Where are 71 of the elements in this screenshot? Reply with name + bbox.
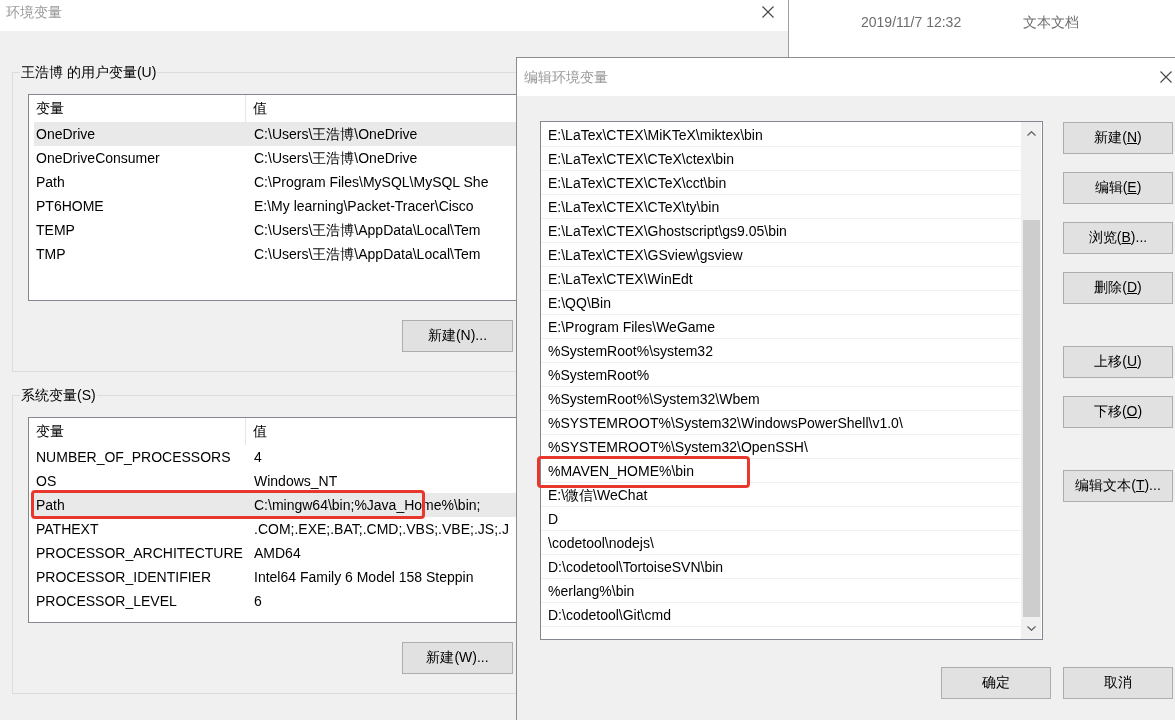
column-header[interactable]: 变量 — [29, 418, 246, 445]
column-header[interactable]: 值 — [246, 418, 267, 445]
list-item[interactable]: %SYSTEMROOT%\System32\OpenSSH\ — [541, 435, 1021, 459]
close-icon[interactable] — [762, 6, 774, 18]
dialog-button[interactable]: 编辑(E) — [1063, 172, 1173, 204]
dialog-button[interactable]: 浏览(B)... — [1063, 222, 1173, 254]
table-cell-text: AMD64 — [254, 544, 301, 563]
list-item[interactable]: E:\LaTex\CTEX\CTeX\ctex\bin — [541, 147, 1021, 171]
scrollbar-thumb[interactable] — [1022, 220, 1040, 617]
dialog-button[interactable]: 下移(O) — [1063, 396, 1173, 428]
table-cell-text: C:\Users\王浩博\OneDrive — [254, 125, 418, 144]
chevron-down-icon[interactable] — [1026, 625, 1036, 631]
list-item[interactable]: %MAVEN_HOME%\bin — [541, 459, 1021, 483]
dialog-button[interactable]: 删除(D) — [1063, 272, 1173, 304]
group-label: 王浩博 的用户变量(U) — [20, 63, 158, 81]
list-item[interactable]: D — [541, 507, 1021, 531]
table-cell-text: C:\Users\王浩博\AppData\Local\Tem — [254, 221, 481, 240]
list-item[interactable]: E:\Program Files\WeGame — [541, 315, 1021, 339]
list-item[interactable]: D:\codetool\Git\cmd — [541, 603, 1021, 627]
chevron-up-icon[interactable] — [1026, 130, 1036, 136]
table-cell: TMP — [36, 246, 66, 262]
table-cell-text: E:\My learning\Packet-Tracer\Cisco — [254, 197, 474, 216]
list-item[interactable]: E:\LaTex\CTEX\CTeX\ty\bin — [541, 195, 1021, 219]
dialog-button[interactable]: 上移(U) — [1063, 346, 1173, 378]
list-item[interactable]: E:\LaTex\CTEX\GSview\gsview — [541, 243, 1021, 267]
dialog-button[interactable]: 新建(N) — [1063, 122, 1173, 154]
dialog-title: 编辑环境变量 — [524, 68, 608, 86]
list-item[interactable]: E:\QQ\Bin — [541, 291, 1021, 315]
table-cell: PROCESSOR_IDENTIFIER — [36, 569, 212, 585]
list-item[interactable]: E:\LaTex\CTEX\MiKTeX\miktex\bin — [541, 123, 1021, 147]
table-cell-text: Intel64 Family 6 Model 158 Steppin — [254, 568, 474, 587]
table-cell: PATHEXT — [36, 521, 99, 537]
list-item[interactable]: E:\微信\WeChat — [541, 483, 1021, 507]
close-icon[interactable] — [1160, 71, 1172, 83]
table-cell: TEMP — [36, 222, 75, 238]
list-item[interactable]: E:\LaTex\CTEX\Ghostscript\gs9.05\bin — [541, 219, 1021, 243]
table-cell-text: Windows_NT — [254, 472, 338, 491]
list-item[interactable]: \codetool\nodejs\ — [541, 531, 1021, 555]
list-item[interactable]: D:\codetool\TortoiseSVN\bin — [541, 555, 1021, 579]
table-cell-text: C:\Users\王浩博\AppData\Local\Tem — [254, 245, 481, 264]
file-modified-date: 2019/11/7 12:32 — [861, 14, 962, 30]
ok-button[interactable]: 确定 — [941, 667, 1051, 699]
list-item[interactable]: %SystemRoot%\system32 — [541, 339, 1021, 363]
table-cell-text: .COM;.EXE;.BAT;.CMD;.VBS;.VBE;.JS;.J — [254, 520, 509, 539]
new-button[interactable]: 新建(W)... — [402, 642, 513, 674]
table-cell-text: C:\Program Files\MySQL\MySQL She — [254, 173, 489, 192]
group-label: 系统变量(S) — [20, 386, 97, 404]
new-button[interactable]: 新建(N)... — [402, 320, 513, 352]
table-cell: PROCESSOR_ARCHITECTURE — [36, 545, 243, 561]
list-item[interactable]: %SYSTEMROOT%\System32\WindowsPowerShell\v1.0\ — [541, 411, 1021, 435]
list-item[interactable]: %SystemRoot%\System32\Wbem — [541, 387, 1021, 411]
table-cell-text: 4 — [254, 448, 262, 467]
list-item[interactable]: E:\LaTex\CTEX\CTeX\cct\bin — [541, 171, 1021, 195]
table-cell: NUMBER_OF_PROCESSORS — [36, 449, 231, 465]
window-title: 环境变量 — [6, 3, 62, 21]
file-type: 文本文档 — [1023, 13, 1079, 31]
column-header[interactable]: 值 — [246, 95, 267, 122]
table-cell: PROCESSOR_LEVEL — [36, 593, 177, 609]
list-item[interactable]: %erlang%\bin — [541, 579, 1021, 603]
table-cell: Path — [36, 174, 65, 190]
list-item[interactable]: E:\LaTex\CTEX\WinEdt — [541, 267, 1021, 291]
table-cell: OneDriveConsumer — [36, 150, 160, 166]
table-cell: Path — [36, 497, 65, 513]
dialog-button[interactable]: 编辑文本(T)... — [1063, 470, 1173, 502]
table-cell: OneDrive — [36, 126, 96, 142]
table-cell-text: 6 — [254, 592, 262, 611]
cancel-button[interactable]: 取消 — [1063, 667, 1173, 699]
table-cell: OS — [36, 473, 57, 489]
list-item[interactable]: %SystemRoot% — [541, 363, 1021, 387]
table-cell-text: C:\Users\王浩博\OneDrive — [254, 149, 418, 168]
table-cell: PT6HOME — [36, 198, 104, 214]
